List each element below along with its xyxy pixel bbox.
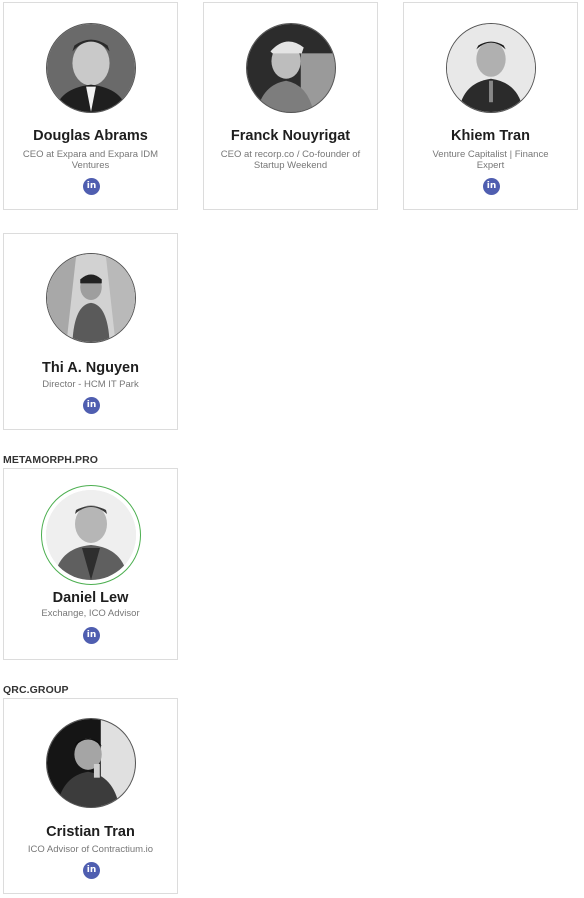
speaker-photo [41, 485, 141, 585]
speaker-card: Khiem Tran Venture Capitalist | Finance … [403, 2, 578, 210]
linkedin-icon[interactable]: in [83, 397, 100, 414]
speaker-card: Franck Nouyrigat CEO at recorp.co / Co-f… [203, 2, 378, 210]
speaker-role: CEO at Expara and Expara IDM Ventures [22, 149, 159, 171]
portrait-image [47, 24, 135, 112]
speaker-name: Cristian Tran [46, 824, 135, 840]
speaker-card: Thi A. Nguyen Director - HCM IT Park in [3, 233, 178, 430]
speaker-role: Exchange, ICO Advisor [41, 608, 140, 619]
speaker-name: Daniel Lew [52, 590, 129, 606]
linkedin-icon[interactable]: in [83, 178, 100, 195]
speaker-role: CEO at recorp.co / Co-founder of Startup… [220, 149, 361, 171]
speaker-photo [46, 718, 136, 808]
speaker-photo [46, 23, 136, 113]
linkedin-icon[interactable]: in [83, 862, 100, 879]
section-heading: METAMORPH.PRO [3, 454, 99, 466]
portrait-image [447, 24, 535, 112]
linkedin-icon[interactable]: in [483, 178, 500, 195]
speaker-name: Franck Nouyrigat [230, 128, 351, 144]
portrait-image [47, 254, 135, 342]
portrait-image [247, 24, 335, 112]
speaker-role: ICO Advisor of Contractium.io [27, 844, 154, 855]
linkedin-icon[interactable]: in [83, 627, 100, 644]
speaker-card: Douglas Abrams CEO at Expara and Expara … [3, 2, 178, 210]
speaker-role: Director - HCM IT Park [42, 379, 139, 390]
portrait-image [46, 490, 136, 580]
speaker-photo [446, 23, 536, 113]
speaker-name: Thi A. Nguyen [42, 360, 139, 376]
section-heading: QRC.GROUP [3, 684, 69, 696]
speaker-role: Venture Capitalist | Finance Expert [432, 149, 549, 171]
speaker-photo [246, 23, 336, 113]
speaker-card: Cristian Tran ICO Advisor of Contractium… [3, 698, 178, 894]
speaker-name: Khiem Tran [451, 128, 530, 144]
portrait-image [47, 719, 135, 807]
speaker-photo [46, 253, 136, 343]
speaker-name: Douglas Abrams [33, 128, 148, 144]
speaker-card: Daniel Lew Exchange, ICO Advisor in [3, 468, 178, 660]
